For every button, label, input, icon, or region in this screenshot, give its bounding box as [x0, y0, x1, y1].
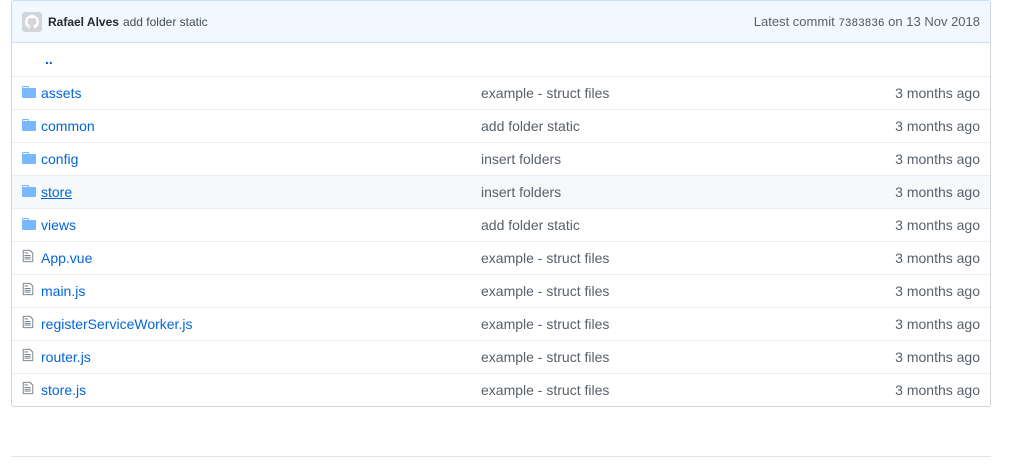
commit-tease: Rafael Alves add folder static Latest co… [12, 1, 990, 43]
file-name-link[interactable]: store.js [41, 382, 86, 398]
file-name-cell: App.vue [41, 241, 481, 274]
commit-age: 3 months ago [895, 282, 980, 299]
commit-age: 3 months ago [895, 150, 980, 167]
file-name-link[interactable]: router.js [41, 349, 91, 365]
file-name-cell: common [41, 109, 481, 142]
file-name-cell: views [41, 208, 481, 241]
commit-message-cell: example - struct files [481, 241, 830, 274]
file-name-link[interactable]: common [41, 118, 95, 134]
folder-icon [22, 217, 36, 230]
commit-message-cell: example - struct files [481, 307, 830, 340]
file-row[interactable]: config insert folders 3 months ago [12, 142, 990, 175]
file-row[interactable]: store.js example - struct files 3 months a… [12, 373, 990, 406]
file-browser: Rafael Alves add folder static Latest co… [11, 0, 991, 407]
file-row[interactable]: router.js example - struct files 3 months … [12, 340, 990, 373]
file-icon [12, 340, 41, 373]
file-row[interactable]: registerServiceWorker.js example - struct… [12, 307, 990, 340]
commit-message-cell: insert folders [481, 175, 830, 208]
avatar[interactable] [22, 11, 42, 32]
folder-icon [12, 208, 41, 241]
divider [11, 456, 991, 457]
commit-age: 3 months ago [895, 381, 980, 398]
commit-message-link[interactable]: add folder static [481, 217, 580, 233]
file-name-link[interactable]: main.js [41, 283, 85, 299]
commit-message-link[interactable]: example - struct files [481, 85, 609, 101]
file-icon [12, 373, 41, 406]
file-name-link[interactable]: App.vue [41, 250, 92, 266]
up-tree-cell: .. [12, 43, 990, 76]
folder-icon [22, 184, 36, 197]
file-name-cell: store.js [41, 373, 481, 406]
commit-message-cell: example - struct files [481, 373, 830, 406]
file-name-link[interactable]: assets [41, 85, 81, 101]
commit-message-cell: example - struct files [481, 76, 830, 109]
commit-message-link[interactable]: add folder static [481, 118, 580, 134]
commit-age: 3 months ago [895, 84, 980, 101]
commit-message-link[interactable]: example - struct files [481, 250, 609, 266]
file-name-link[interactable]: registerServiceWorker.js [41, 316, 192, 332]
commit-message-link[interactable]: example - struct files [481, 382, 609, 398]
commit-age: 3 months ago [895, 216, 980, 233]
github-icon [25, 14, 39, 29]
commit-message-link[interactable]: example - struct files [481, 349, 609, 365]
folder-icon [22, 151, 36, 164]
file-icon [22, 382, 34, 395]
file-name-cell: store [41, 175, 481, 208]
file-row[interactable]: store insert folders 3 months ago [12, 175, 990, 208]
commit-message-cell: example - struct files [481, 340, 830, 373]
file-name-cell: assets [41, 76, 481, 109]
commit-message-link[interactable]: example - struct files [481, 316, 609, 332]
commit-age: 3 months ago [895, 348, 980, 365]
file-icon [22, 348, 34, 362]
file-icon [12, 307, 41, 340]
commit-message-cell: insert folders [481, 142, 830, 175]
commit-author[interactable]: Rafael Alves [48, 15, 119, 29]
file-icon [22, 315, 34, 329]
commit-age: 3 months ago [895, 249, 980, 266]
commit-message-link[interactable]: insert folders [481, 151, 561, 167]
commit-message[interactable]: add folder static [123, 15, 208, 29]
latest-commit-label: Latest commit [753, 13, 835, 29]
file-name-cell: main.js [41, 274, 481, 307]
commit-age: 3 months ago [895, 183, 980, 200]
on-label: on [888, 13, 903, 29]
commit-sha[interactable]: 7383836 [838, 18, 884, 30]
files-table: .. assets example - struct files 3 months … [12, 43, 990, 406]
file-icon [12, 274, 41, 307]
commit-message-cell: add folder static [481, 208, 830, 241]
latest-commit-info: Latest commit 7383836 on 13 Nov 2018 [754, 14, 980, 30]
file-name-link[interactable]: config [41, 151, 78, 167]
folder-icon [22, 118, 36, 131]
file-row[interactable]: main.js example - struct files 3 months ag… [12, 274, 990, 307]
up-tree-link[interactable]: .. [12, 51, 53, 67]
folder-icon [12, 142, 41, 175]
file-icon [22, 249, 34, 263]
folder-icon [12, 76, 41, 109]
folder-icon [12, 175, 41, 208]
file-row[interactable]: App.vue example - struct files 3 months ag… [12, 241, 990, 274]
commit-date: 13 Nov 2018 [906, 13, 980, 29]
file-row[interactable]: common add folder static 3 months ago [12, 109, 990, 142]
file-icon [12, 241, 41, 274]
commit-age: 3 months ago [895, 315, 980, 332]
file-name-cell: config [41, 142, 481, 175]
commit-age: 3 months ago [895, 117, 980, 134]
folder-icon [12, 109, 41, 142]
file-name-link[interactable]: store [41, 184, 72, 200]
file-icon [22, 282, 34, 296]
commit-message-link[interactable]: insert folders [481, 184, 561, 200]
file-row[interactable]: assets example - struct files 3 months ago [12, 76, 990, 109]
commit-message-cell: add folder static [481, 109, 830, 142]
file-name-cell: registerServiceWorker.js [41, 307, 481, 340]
commit-message-link[interactable]: example - struct files [481, 283, 609, 299]
file-row[interactable]: views add folder static 3 months ago [12, 208, 990, 241]
file-name-cell: router.js [41, 340, 481, 373]
folder-icon [22, 85, 36, 98]
up-tree-row[interactable]: .. [12, 43, 990, 76]
file-name-link[interactable]: views [41, 217, 76, 233]
commit-message-cell: example - struct files [481, 274, 830, 307]
